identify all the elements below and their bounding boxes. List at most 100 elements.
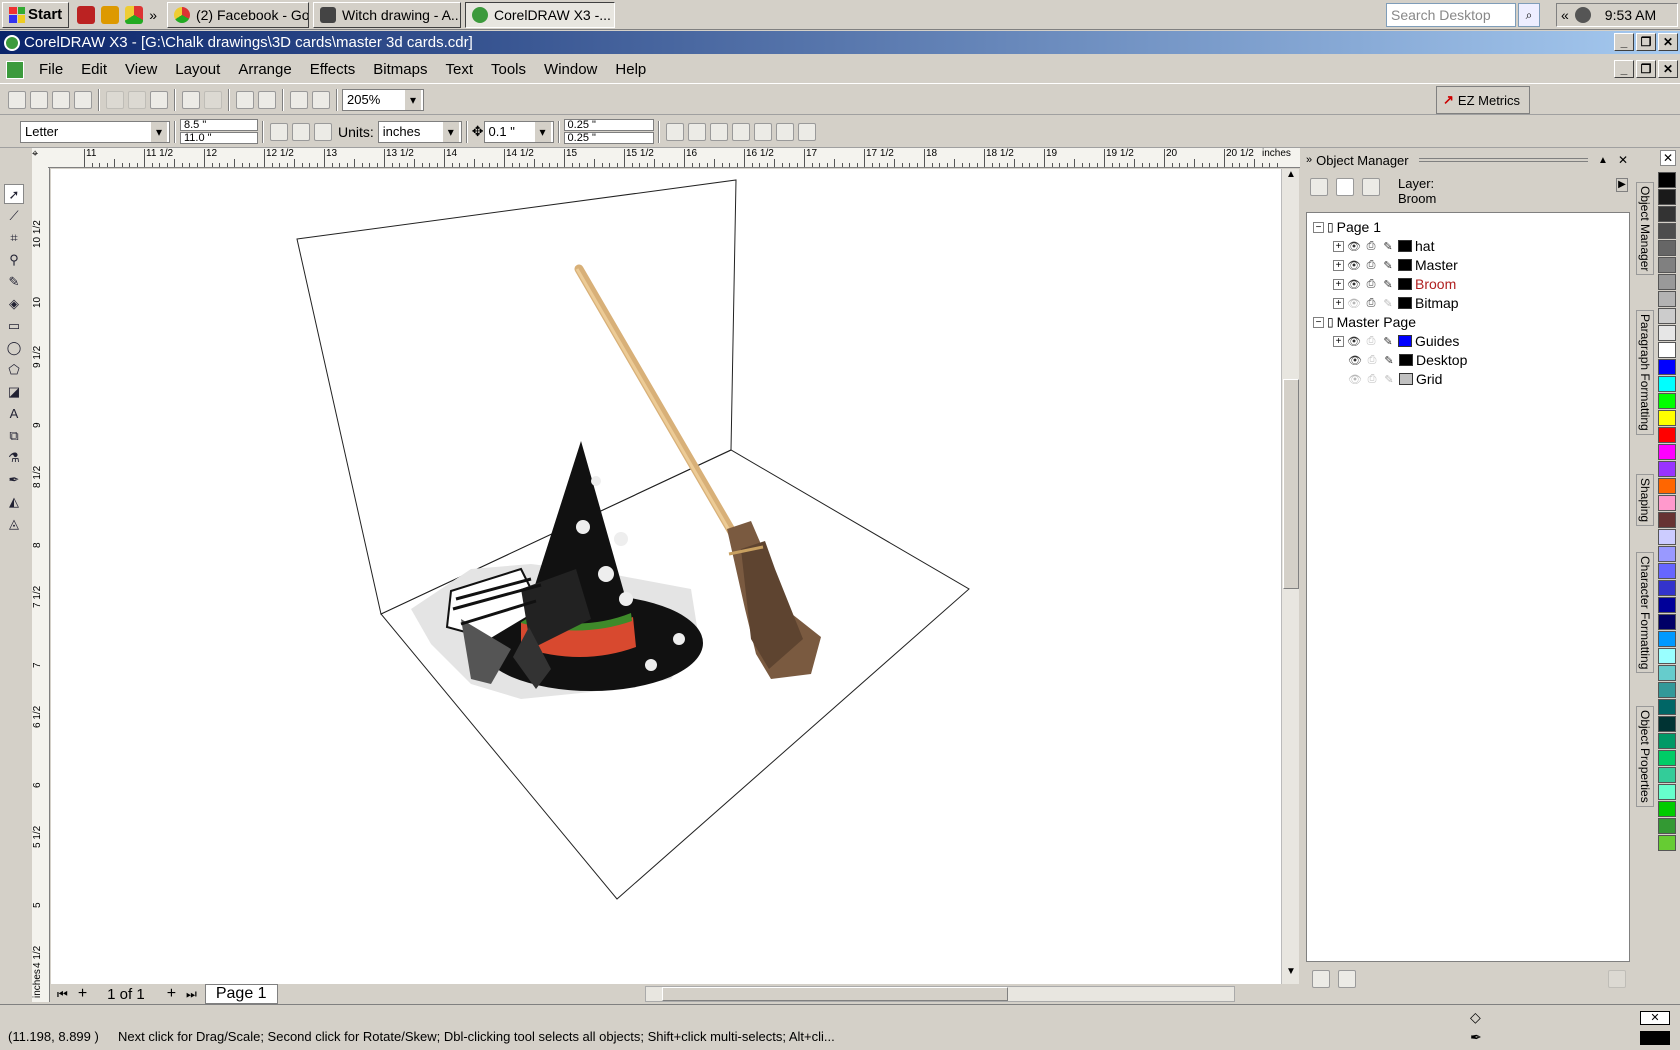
delete-icon[interactable] xyxy=(1608,970,1626,988)
eye-icon[interactable]: 👁 xyxy=(1347,278,1361,291)
search-icon[interactable]: ⌕ xyxy=(1518,3,1540,27)
tray-app-icon[interactable] xyxy=(1574,7,1591,23)
tray-expand-button[interactable]: « xyxy=(1561,7,1569,23)
palette-swatch[interactable] xyxy=(1658,206,1676,222)
palette-swatch[interactable] xyxy=(1658,376,1676,392)
palette-swatch[interactable] xyxy=(1658,580,1676,596)
smart-fill-icon[interactable]: ◈ xyxy=(4,294,24,314)
open-icon[interactable] xyxy=(30,90,48,109)
palette-swatch[interactable] xyxy=(1658,257,1676,273)
horizontal-scroll-thumb[interactable] xyxy=(661,987,1008,1001)
rectangle-tool-icon[interactable]: ▭ xyxy=(4,316,24,336)
minimize-button[interactable]: _ xyxy=(1614,33,1634,51)
tab-object-manager[interactable]: Object Manager xyxy=(1636,182,1654,276)
pick-tool-icon[interactable]: ➚ xyxy=(4,184,24,204)
eye-icon[interactable]: 👁 xyxy=(1347,240,1361,253)
witch-hat-image[interactable] xyxy=(411,441,703,699)
printer-icon[interactable]: ⎙ xyxy=(1365,373,1379,386)
interactive-blend-icon[interactable]: ⧉ xyxy=(4,426,24,446)
doc-close-button[interactable]: ✕ xyxy=(1658,60,1678,78)
add-page-before-icon[interactable]: + xyxy=(78,985,87,1003)
palette-swatch[interactable] xyxy=(1658,750,1676,766)
palette-swatch[interactable] xyxy=(1658,614,1676,630)
palette-swatch[interactable] xyxy=(1658,767,1676,783)
scroll-up-icon[interactable]: ▲ xyxy=(1283,169,1299,187)
vertical-ruler[interactable]: 10 1/2 10 9 1/2 9 8 1/2 8 7 1/2 7 6 1/2 6 5 1/2 5 4 … xyxy=(32,168,50,1002)
task-witch-drawing[interactable]: Witch drawing - A... xyxy=(312,1,461,28)
layer-broom[interactable]: + 👁 ⎙ ✎ Broom xyxy=(1333,276,1456,292)
snap-grid-icon[interactable] xyxy=(687,122,706,141)
palette-swatch[interactable] xyxy=(1658,716,1676,732)
layer-manager-view-icon[interactable] xyxy=(1362,178,1380,196)
eye-icon[interactable]: 👁 xyxy=(1348,373,1362,386)
menu-edit[interactable]: Edit xyxy=(72,61,116,78)
menu-tools[interactable]: Tools xyxy=(482,61,535,78)
printer-icon[interactable]: ⎙ xyxy=(1364,297,1378,310)
tab-shaping[interactable]: Shaping xyxy=(1636,474,1654,527)
start-button[interactable]: Start xyxy=(2,1,70,28)
close-button[interactable]: ✕ xyxy=(1658,33,1678,51)
printer-icon[interactable]: ⎙ xyxy=(1364,335,1378,348)
vertical-scroll-thumb[interactable] xyxy=(1283,379,1299,589)
palette-swatch[interactable] xyxy=(1658,308,1676,324)
tab-object-properties[interactable]: Object Properties xyxy=(1636,706,1654,807)
duplicate-x-input[interactable]: 0.25 " xyxy=(563,119,654,131)
page-tab[interactable]: Page 1 xyxy=(204,984,278,1004)
menu-text[interactable]: Text xyxy=(436,61,482,78)
horizontal-scrollbar[interactable] xyxy=(644,986,1235,1002)
cut-icon[interactable] xyxy=(106,90,124,109)
doc-minimize-button[interactable]: _ xyxy=(1614,60,1634,78)
save-icon[interactable] xyxy=(52,90,70,109)
treat-as-filled-icon[interactable] xyxy=(665,122,684,141)
palette-swatch[interactable] xyxy=(1658,291,1676,307)
ellipse-tool-icon[interactable]: ◯ xyxy=(4,338,24,358)
pencil-icon[interactable]: ✎ xyxy=(1381,278,1395,291)
fill-indicator-icon[interactable]: ◇ xyxy=(1470,1009,1481,1026)
palette-swatch[interactable] xyxy=(1658,461,1676,477)
tab-paragraph-formatting[interactable]: Paragraph Formatting xyxy=(1636,310,1654,435)
palette-swatch[interactable] xyxy=(1658,818,1676,834)
eye-icon[interactable]: 👁 xyxy=(1347,335,1361,348)
palette-swatch[interactable] xyxy=(1658,631,1676,647)
docker-close-icon[interactable]: ✕ xyxy=(1618,153,1628,167)
fill-tool-icon[interactable]: ◭ xyxy=(4,492,24,512)
redo-icon[interactable] xyxy=(204,90,222,109)
application-launcher-icon[interactable] xyxy=(290,90,308,109)
snap-objects-icon[interactable] xyxy=(731,122,750,141)
restore-button[interactable]: ❐ xyxy=(1636,33,1656,51)
freehand-tool-icon[interactable]: ✎ xyxy=(4,272,24,292)
palette-swatch[interactable] xyxy=(1658,393,1676,409)
user-icon[interactable] xyxy=(101,5,120,24)
palette-swatch[interactable] xyxy=(1658,801,1676,817)
palette-swatch[interactable] xyxy=(1658,274,1676,290)
options-icon[interactable] xyxy=(775,122,794,141)
vertical-scrollbar[interactable]: ▲ ▼ xyxy=(1281,169,1299,984)
new-master-layer-icon[interactable] xyxy=(1338,970,1356,988)
pencil-icon[interactable]: ✎ xyxy=(1381,297,1395,310)
welcome-screen-icon[interactable] xyxy=(312,90,330,109)
palette-swatch[interactable] xyxy=(1658,223,1676,239)
palette-swatch[interactable] xyxy=(1658,172,1676,188)
palette-swatch[interactable] xyxy=(1658,359,1676,375)
palette-swatch[interactable] xyxy=(1658,699,1676,715)
scroll-down-icon[interactable]: ▼ xyxy=(1283,966,1299,984)
pencil-icon[interactable]: ✎ xyxy=(1381,259,1395,272)
palette-swatch[interactable] xyxy=(1658,495,1676,511)
duplicate-y-input[interactable]: 0.25 " xyxy=(563,132,654,144)
task-coreldraw[interactable]: CorelDRAW X3 -... xyxy=(464,1,615,28)
zoom-level-select[interactable]: 205% xyxy=(342,88,424,111)
new-layer-icon[interactable] xyxy=(1312,970,1330,988)
palette-swatch[interactable] xyxy=(1658,665,1676,681)
interactive-fill-icon[interactable]: ◬ xyxy=(4,514,24,534)
palette-swatch[interactable] xyxy=(1658,597,1676,613)
printer-icon[interactable]: ⎙ xyxy=(1364,240,1378,253)
outline-tool-icon[interactable]: ✒ xyxy=(4,470,24,490)
palette-swatch[interactable] xyxy=(1658,682,1676,698)
page-width-input[interactable]: 8.5 " xyxy=(180,119,258,131)
docker-expand-icon[interactable]: » xyxy=(1306,154,1312,166)
palette-swatch[interactable] xyxy=(1658,410,1676,426)
layer-bitmap[interactable]: + 👁 ⎙ ✎ Bitmap xyxy=(1333,295,1459,311)
outline-swatch[interactable] xyxy=(1640,1031,1670,1045)
undo-icon[interactable] xyxy=(182,90,200,109)
docker-collapse-icon[interactable]: ▲ xyxy=(1598,155,1608,166)
